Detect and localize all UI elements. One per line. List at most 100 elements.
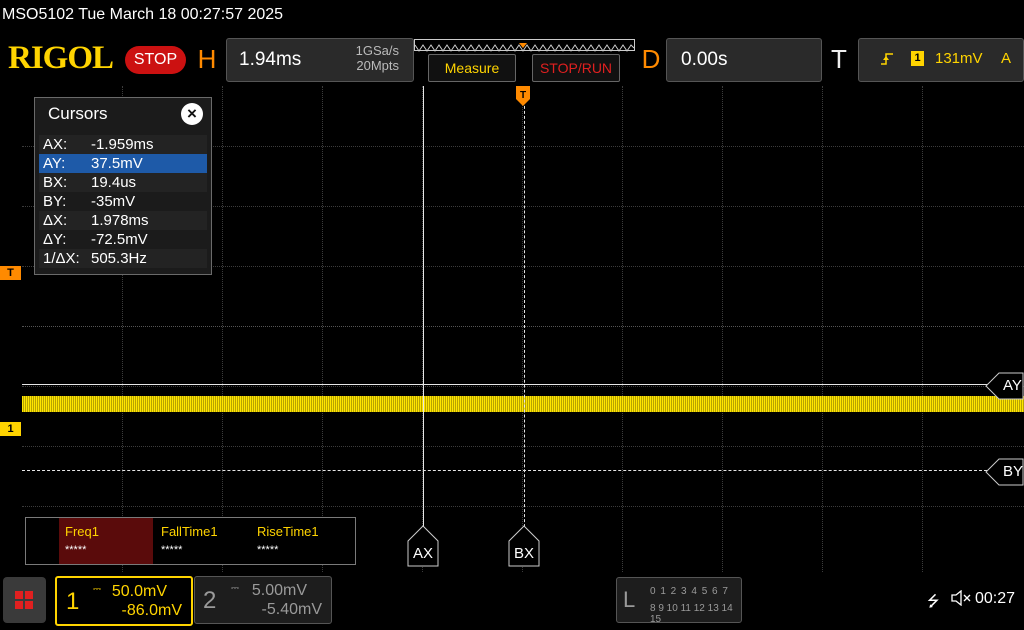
cursor-row-inverse-delta-x[interactable]: 1/ΔX: 505.3Hz (39, 249, 207, 268)
measurement-item[interactable]: RiseTime1 ***** (251, 518, 345, 564)
channel1-settings[interactable]: 1 ⎓ 50.0mV -86.0mV (55, 576, 193, 626)
trigger-mode: A (1001, 50, 1012, 67)
horizontal-timebase-panel[interactable]: 1.94ms 1GSa/s 20Mpts (226, 38, 414, 82)
dc-coupling-icon: ⎓ (93, 584, 101, 595)
measurement-value: ***** (161, 544, 183, 556)
cursor-row-bx[interactable]: BX: 19.4us (39, 173, 207, 192)
channel2-scale: 5.00mV (251, 582, 307, 599)
row-value: 1.978ms (91, 212, 149, 229)
memory-position-bar[interactable] (414, 39, 635, 52)
trigger-level: 131mV (935, 50, 983, 67)
sample-rate: 1GSa/s (355, 43, 399, 58)
delay-value: 0.00s (681, 49, 728, 70)
cursor-ax-tag[interactable]: AX (413, 545, 433, 562)
channel1-waveform (22, 396, 1024, 412)
measurement-name: Freq1 (65, 524, 99, 539)
cursor-ay-tag[interactable]: AY (1003, 377, 1022, 394)
channel1-scale: 50.0mV (111, 583, 167, 600)
measurement-panel: Freq1 ***** FallTime1 ***** RiseTime1 **… (25, 517, 356, 565)
cursor-ax-line[interactable] (423, 86, 424, 542)
grid-line (322, 86, 323, 572)
main-menu-button[interactable] (3, 577, 46, 623)
rising-edge-icon (881, 51, 895, 71)
usb-icon: ⭍ (927, 593, 940, 610)
close-icon[interactable]: × (181, 103, 203, 125)
row-label: ΔY: (43, 231, 67, 248)
grid-line (22, 386, 1024, 387)
channel1-number: 1 (66, 588, 80, 615)
channel2-number: 2 (203, 587, 217, 614)
measurement-value: ***** (65, 544, 87, 556)
cursor-row-ay[interactable]: AY: 37.5mV (39, 154, 207, 173)
measurement-name: RiseTime1 (257, 524, 319, 539)
cursor-ay-line[interactable] (22, 384, 992, 385)
logic-channels-row2: 8 9 10 11 12 13 14 15 (650, 603, 733, 625)
delay-label: D (641, 44, 661, 74)
grid-center-line (22, 326, 1024, 327)
measurement-name: FallTime1 (161, 524, 218, 539)
row-label: AY: (43, 155, 66, 172)
cursors-panel: Cursors × AX: -1.959ms AY: 37.5mV BX: 19.4u… (34, 97, 212, 275)
row-label: AX: (43, 136, 68, 153)
grid-line (822, 86, 823, 572)
memory-waveform-icon (414, 43, 635, 52)
channel2-offset: -5.40mV (261, 601, 322, 618)
trigger-label: T (831, 44, 847, 74)
logic-label: L (623, 587, 636, 612)
cursor-readout-list: AX: -1.959ms AY: 37.5mV BX: 19.4us BY: -35mV… (39, 135, 207, 268)
cursor-row-by[interactable]: BY: -35mV (39, 192, 207, 211)
measurement-value: ***** (257, 544, 279, 556)
grid-line (522, 86, 523, 572)
row-value: 19.4us (91, 174, 137, 191)
status-bar: MSO5102 Tue March 18 00:27:57 2025 (0, 0, 1024, 32)
system-clock: 00:27 (975, 590, 1016, 607)
device-datetime: MSO5102 Tue March 18 00:27:57 2025 (2, 6, 284, 23)
row-label: BX: (43, 174, 68, 191)
trigger-source-badge: 1 (911, 51, 924, 66)
channel1-offset: -86.0mV (121, 602, 182, 619)
cursor-bx-line[interactable] (524, 86, 525, 542)
measure-button[interactable]: Measure (428, 54, 516, 82)
row-value: -35mV (91, 193, 136, 210)
row-value: 505.3Hz (91, 250, 147, 267)
toolbar: RIGOL STOP H 1.94ms 1GSa/s 20Mpts Measur… (0, 32, 1024, 86)
cursors-panel-title: Cursors (48, 104, 108, 123)
cursor-by-tag[interactable]: BY (1003, 463, 1023, 480)
grid-line (22, 446, 1024, 447)
memory-depth: 20Mpts (356, 58, 399, 73)
timebase-value: 1.94ms (239, 49, 302, 70)
cursor-by-line[interactable] (22, 470, 992, 471)
dc-coupling-icon: ⎓ (231, 583, 239, 594)
cursor-row-delta-y[interactable]: ΔY: -72.5mV (39, 230, 207, 249)
cursor-row-delta-x[interactable]: ΔX: 1.978ms (39, 211, 207, 230)
trigger-position-marker[interactable]: T (516, 86, 530, 111)
stop-run-button[interactable]: STOP/RUN (532, 54, 620, 82)
row-label: ΔX: (43, 212, 68, 229)
trigger-level-marker[interactable]: T (0, 266, 21, 280)
grid-line (22, 506, 1024, 507)
grid-line (622, 86, 623, 572)
sound-muted-icon[interactable] (951, 589, 971, 610)
acquisition-info: 1GSa/s 20Mpts (356, 43, 399, 73)
grid-line (222, 86, 223, 572)
row-label: BY: (43, 193, 67, 210)
bottom-bar: 1 ⎓ 50.0mV -86.0mV 2 ⎓ 5.00mV -5.40mV L … (0, 572, 1024, 630)
delay-panel[interactable]: 0.00s (666, 38, 822, 82)
logic-channels-row1: 0 1 2 3 4 5 6 7 (650, 586, 729, 597)
row-value: 37.5mV (91, 155, 143, 172)
cursor-bx-tag[interactable]: BX (514, 545, 534, 562)
channel2-settings[interactable]: 2 ⎓ 5.00mV -5.40mV (194, 576, 332, 624)
measurement-item[interactable]: FallTime1 ***** (155, 518, 249, 564)
trigger-panel[interactable]: 1 131mV A (858, 38, 1024, 82)
rigol-logo: RIGOL (8, 40, 114, 76)
run-state-badge[interactable]: STOP (125, 46, 186, 74)
row-value: -72.5mV (91, 231, 148, 248)
horizontal-label: H (197, 44, 217, 74)
logic-analyzer-panel[interactable]: L 0 1 2 3 4 5 6 7 8 9 10 11 12 13 14 15 (616, 577, 742, 625)
grid-line (922, 86, 923, 572)
row-label: 1/ΔX: (43, 250, 80, 267)
grid-line (722, 86, 723, 572)
channel1-offset-marker[interactable]: 1 (0, 422, 21, 436)
measurement-item[interactable]: Freq1 ***** (59, 518, 153, 564)
cursor-row-ax[interactable]: AX: -1.959ms (39, 135, 207, 154)
